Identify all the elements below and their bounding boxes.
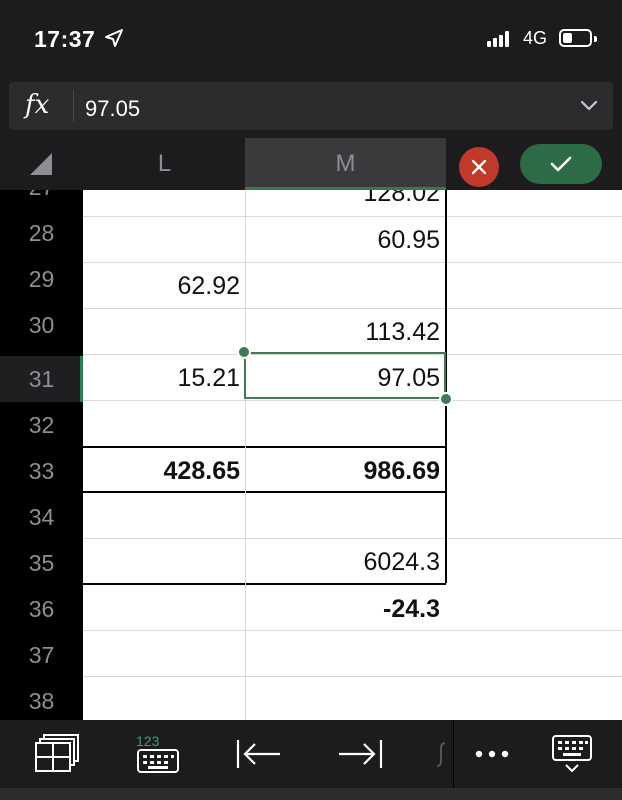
select-all-corner[interactable] [0, 138, 83, 190]
row-header[interactable]: 28 [0, 210, 83, 256]
cell-M35[interactable]: 6024.3 [246, 539, 445, 584]
column-header-M[interactable]: M [245, 138, 446, 190]
numeric-keyboard-icon: 123 [136, 733, 179, 773]
row-header[interactable]: 27 [0, 190, 83, 210]
row-header[interactable]: 32 [0, 402, 83, 448]
selection-handle-bottom-right[interactable] [439, 392, 453, 406]
row-headers: 27 28 29 30 31 32 33 34 35 36 37 38 [0, 190, 83, 720]
numeric-keyboard-label: 123 [136, 733, 160, 749]
formula-input[interactable]: 97.05 [85, 96, 140, 122]
move-left-button[interactable] [222, 720, 296, 788]
cell-M27[interactable]: 128.02 [246, 190, 445, 215]
chevron-down-icon[interactable] [579, 96, 599, 116]
column-headers: L M [0, 138, 622, 190]
cell-L31[interactable]: 15.21 [83, 355, 245, 400]
fx-icon[interactable]: fx [25, 90, 49, 120]
formula-bar[interactable]: fx 97.05 [9, 82, 613, 130]
sheets-button[interactable] [20, 720, 94, 788]
close-icon [471, 159, 487, 175]
row-header[interactable]: 35 [0, 540, 83, 586]
row-header[interactable]: 37 [0, 632, 83, 678]
divider [73, 90, 74, 122]
row-header[interactable]: 38 [0, 678, 83, 720]
toolbar-divider [453, 720, 454, 788]
status-bar: 17:37 4G [0, 0, 622, 74]
move-right-button[interactable] [323, 720, 397, 788]
function-hint [432, 720, 452, 788]
cell-M30[interactable]: 113.42 [246, 309, 445, 354]
column-header-L[interactable]: L [84, 138, 245, 190]
sheets-icon [35, 734, 79, 772]
more-button[interactable] [460, 720, 524, 788]
confirm-edit-button[interactable] [520, 144, 602, 184]
row-header[interactable]: 36 [0, 586, 83, 632]
battery-icon [559, 29, 597, 47]
cell-M28[interactable]: 60.95 [246, 217, 445, 262]
selection-box[interactable] [244, 352, 446, 399]
status-time: 17:37 [34, 26, 96, 52]
grid-line [83, 676, 622, 677]
cell-M33[interactable]: 986.69 [246, 448, 445, 493]
move-left-icon [236, 740, 280, 768]
location-icon [105, 29, 123, 47]
numeric-keyboard-button[interactable]: 123 [120, 720, 196, 788]
cell-L33[interactable]: 428.65 [83, 448, 245, 493]
cell-M36[interactable]: -24.3 [246, 586, 445, 631]
selection-handle-top-left[interactable] [237, 345, 251, 359]
row-header[interactable]: 29 [0, 256, 83, 302]
hide-keyboard-button[interactable] [540, 720, 604, 788]
row-header[interactable]: 33 [0, 448, 83, 494]
select-all-icon[interactable] [29, 152, 53, 176]
row-header[interactable]: 34 [0, 494, 83, 540]
formula-bar-area: fx 97.05 [0, 74, 622, 138]
keyboard-hide-icon [552, 735, 592, 773]
row-header[interactable]: 30 [0, 302, 83, 348]
function-partial-icon [436, 742, 446, 767]
row-header-selected[interactable]: 31 [0, 356, 83, 402]
spreadsheet-grid[interactable]: 128.02 60.95 62.92 113.42 15.21 97.05 42… [83, 190, 622, 720]
move-right-icon [339, 740, 383, 768]
bottom-toolbar: 123 [0, 720, 622, 788]
home-indicator-area [0, 788, 622, 800]
cancel-edit-button[interactable] [459, 147, 499, 187]
cell-L29[interactable]: 62.92 [83, 263, 245, 308]
more-icon [475, 750, 509, 758]
network-type: 4G [523, 28, 548, 48]
checkmark-icon [550, 156, 572, 172]
grid-line [83, 400, 622, 401]
